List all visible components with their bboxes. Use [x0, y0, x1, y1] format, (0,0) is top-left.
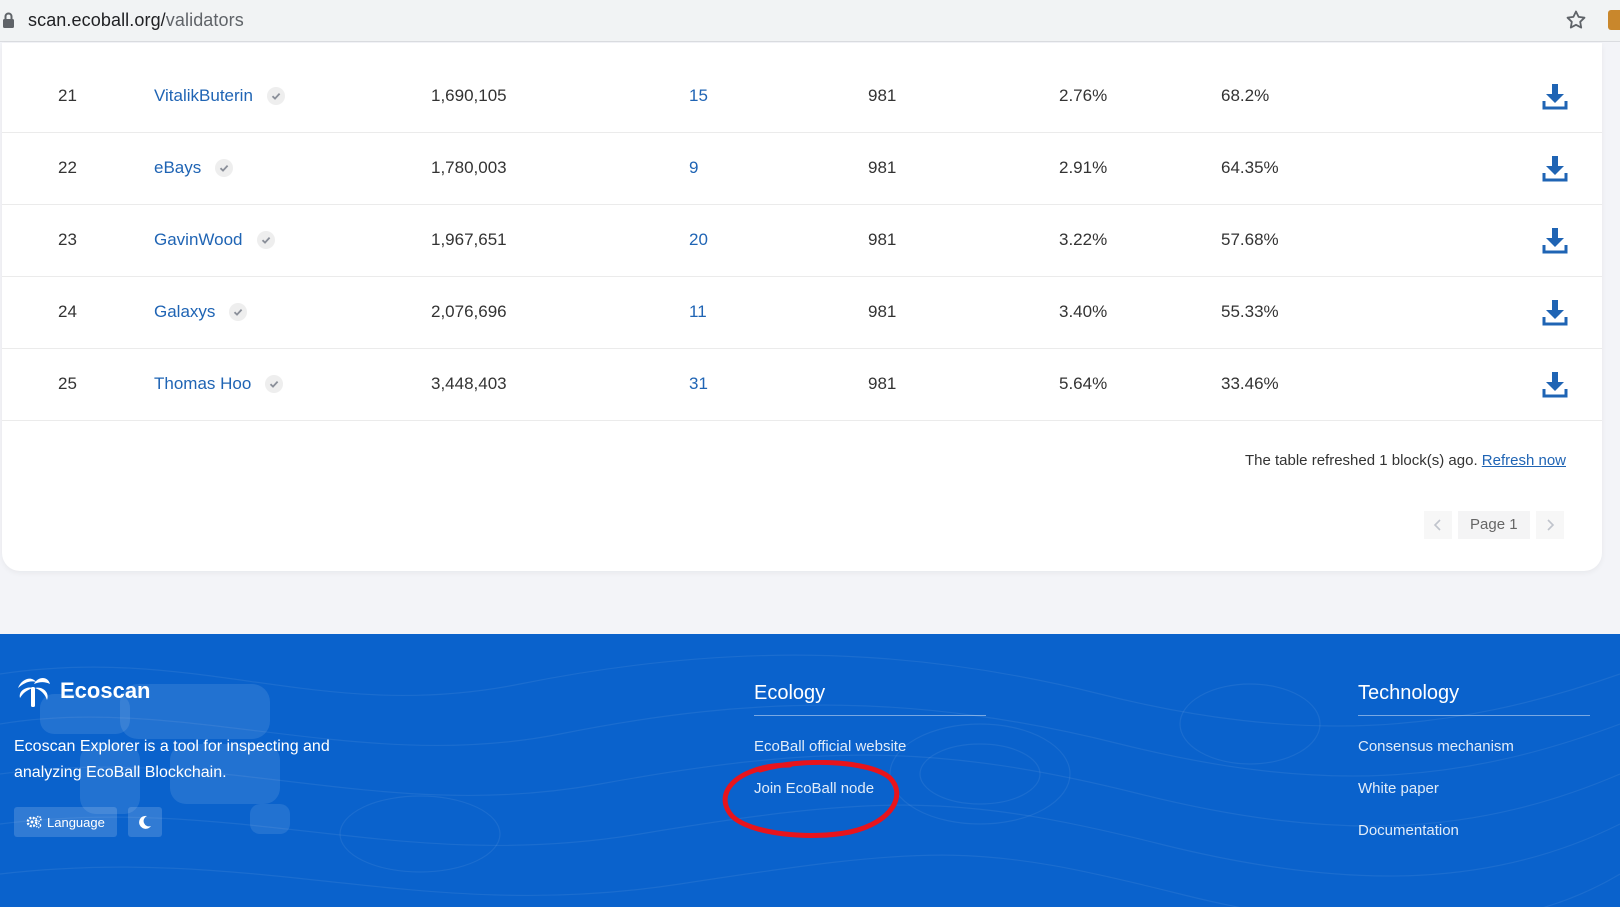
pagination: Page 1 — [1424, 511, 1564, 539]
validator-blocks: 981 — [868, 374, 897, 393]
validator-ratio: 2.91% — [1059, 158, 1108, 177]
language-label: Language — [47, 814, 105, 830]
ecology-heading: Ecology — [754, 682, 986, 716]
validator-name-link[interactable]: Galaxys — [154, 275, 248, 349]
gear-icon — [26, 815, 42, 829]
download-icon — [1542, 84, 1568, 110]
next-page-button[interactable] — [1535, 511, 1564, 539]
download-icon — [1542, 300, 1568, 326]
language-button[interactable]: Language — [14, 807, 117, 837]
validator-ratio: 3.40% — [1059, 302, 1108, 321]
validator-name-link[interactable]: eBays — [154, 131, 234, 205]
validator-ratio: 5.64% — [1059, 374, 1108, 393]
moon-icon — [139, 815, 151, 829]
check-icon — [266, 87, 285, 105]
validator-rank: 21 — [58, 86, 77, 105]
validator-stake: 1,690,105 — [431, 86, 507, 105]
validator-name: GavinWood — [154, 230, 243, 249]
download-icon — [1542, 228, 1568, 254]
validator-miss-rate: 64.35% — [1221, 158, 1279, 177]
validator-name: Thomas Hoo — [154, 374, 252, 393]
validator-miss-rate: 68.2% — [1221, 86, 1270, 105]
technology-heading: Technology — [1358, 682, 1590, 716]
white-paper-link[interactable]: White paper — [1358, 780, 1590, 800]
extension-icon[interactable] — [1608, 10, 1620, 30]
chevron-right-icon — [1546, 519, 1554, 531]
footer-logo[interactable]: Ecoscan — [14, 674, 151, 708]
validator-row: 24 Galaxys 2,076,696 11 981 3.40% 55.33% — [2, 275, 1602, 349]
validator-rank: 25 — [58, 374, 77, 393]
validator-votes-link[interactable]: 9 — [689, 131, 698, 205]
validator-ratio: 2.76% — [1059, 86, 1108, 105]
check-icon — [215, 159, 234, 177]
validator-name-link[interactable]: VitalikButerin — [154, 59, 285, 133]
current-page: Page 1 — [1458, 511, 1530, 539]
consensus-mechanism-link[interactable]: Consensus mechanism — [1358, 738, 1590, 758]
ecoball-official-website-link[interactable]: EcoBall official website — [754, 738, 986, 758]
dark-mode-toggle[interactable] — [128, 807, 162, 837]
footer-description: Ecoscan Explorer is a tool for inspectin… — [14, 738, 330, 781]
brand-name: Ecoscan — [60, 678, 151, 703]
validator-row: 22 eBays 1,780,003 9 981 2.91% 64.35% — [2, 131, 1602, 205]
refresh-text: The table refreshed 1 block(s) ago. — [1244, 452, 1478, 469]
download-button[interactable] — [1542, 227, 1568, 255]
check-icon — [265, 375, 284, 393]
download-icon — [1542, 156, 1568, 182]
validator-miss-rate: 55.33% — [1221, 302, 1279, 321]
validator-votes-link[interactable]: 20 — [689, 203, 708, 277]
validator-row: 21 VitalikButerin 1,690,105 15 981 2.76% 68.2% — [2, 59, 1602, 133]
red-annotation-circle — [722, 760, 900, 838]
lock-icon — [3, 12, 14, 28]
check-icon — [256, 231, 275, 249]
validator-rank: 22 — [58, 158, 77, 177]
check-icon — [229, 303, 248, 321]
validator-votes-link[interactable]: 15 — [689, 59, 708, 133]
validator-rank: 23 — [58, 230, 77, 249]
validator-name: VitalikButerin — [154, 86, 253, 105]
browser-address-bar: scan.ecoball.org/validators — [0, 0, 1620, 42]
validator-ratio: 3.22% — [1059, 230, 1108, 249]
validator-row: 23 GavinWood 1,967,651 20 981 3.22% 57.68% — [2, 203, 1602, 277]
ecoball-logo-icon — [18, 678, 50, 707]
validator-stake: 1,780,003 — [431, 158, 507, 177]
validator-blocks: 981 — [868, 158, 897, 177]
validator-votes-link[interactable]: 11 — [689, 275, 707, 349]
download-button[interactable] — [1542, 155, 1568, 183]
validator-stake: 3,448,403 — [431, 374, 507, 393]
url-field[interactable]: scan.ecoball.org/validators — [28, 10, 244, 31]
prev-page-button[interactable] — [1424, 511, 1452, 539]
download-button[interactable] — [1542, 83, 1568, 111]
download-button[interactable] — [1542, 299, 1568, 327]
validator-blocks: 981 — [868, 86, 897, 105]
validator-name-link[interactable]: GavinWood — [154, 203, 275, 277]
validator-name: Galaxys — [154, 302, 216, 321]
validators-card: 21 VitalikButerin 1,690,105 15 981 2.76% 68.2%… — [2, 43, 1602, 571]
validator-votes-link[interactable]: 31 — [689, 347, 708, 421]
chevron-left-icon — [1433, 519, 1441, 531]
validator-stake: 1,967,651 — [431, 230, 507, 249]
validator-row: 25 Thomas Hoo 3,448,403 31 981 5.64% 33.46% — [2, 347, 1602, 421]
validator-blocks: 981 — [868, 230, 897, 249]
url-host: scan.ecoball.org/ — [28, 10, 166, 30]
validator-rank: 24 — [58, 302, 77, 321]
refresh-status: The table refreshed 1 block(s) ago. Refr… — [1245, 452, 1566, 469]
validator-stake: 2,076,696 — [431, 302, 507, 321]
validator-miss-rate: 33.46% — [1221, 374, 1279, 393]
url-path: validators — [165, 10, 244, 30]
refresh-now-link[interactable]: Refresh now — [1482, 452, 1566, 469]
download-icon — [1542, 372, 1568, 398]
validator-miss-rate: 57.68% — [1221, 230, 1279, 249]
download-button[interactable] — [1542, 371, 1568, 399]
validator-name-link[interactable]: Thomas Hoo — [154, 347, 284, 421]
footer-technology-column: Technology Consensus mechanism White pap… — [1358, 682, 1590, 842]
bookmark-star-icon[interactable] — [1564, 8, 1588, 32]
validator-blocks: 981 — [868, 302, 897, 321]
validator-name: eBays — [154, 158, 202, 177]
documentation-link[interactable]: Documentation — [1358, 822, 1590, 842]
